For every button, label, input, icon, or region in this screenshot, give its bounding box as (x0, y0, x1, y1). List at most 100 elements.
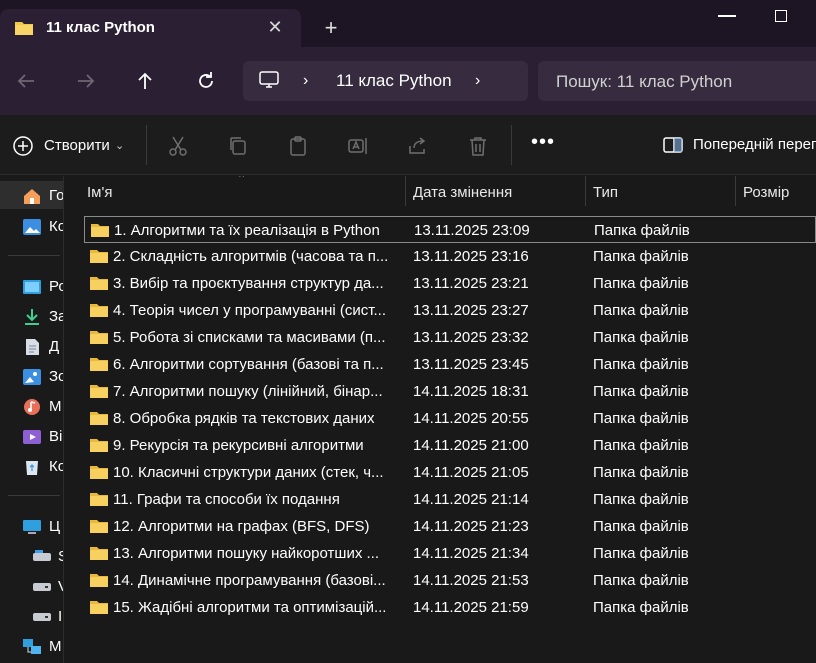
file-name: 5. Робота зі списками та масивами (п... (113, 329, 386, 346)
title-bar: 11 клас Python ✕ + (0, 0, 816, 47)
table-row[interactable]: 13. Алгоритми пошуку найкоротших ... 14.1… (84, 540, 816, 567)
sidebar-item-label: Ві (49, 428, 63, 445)
sidebar-item-label: За (49, 308, 63, 325)
sidebar-item-label: Д (49, 338, 60, 355)
maximize-button[interactable] (775, 10, 787, 22)
file-date-modified: 14.11.2025 21:59 (413, 599, 529, 616)
folder-icon (14, 20, 34, 39)
file-date-modified: 13.11.2025 23:32 (413, 329, 529, 346)
sidebar-item-label: М (49, 398, 62, 415)
sort-ascending-icon: ⌃ (237, 176, 247, 185)
back-button[interactable] (14, 69, 38, 93)
toolbar-divider (511, 125, 512, 165)
sidebar-item-desktop[interactable]: Ро (0, 272, 63, 300)
breadcrumb-separator[interactable]: › (303, 72, 308, 90)
table-row[interactable]: 5. Робота зі списками та масивами (п... 1… (84, 324, 816, 351)
breadcrumb-separator[interactable]: › (475, 72, 480, 90)
file-name: 3. Вибір та проєктування структур да... (113, 275, 384, 292)
refresh-button[interactable] (194, 69, 218, 93)
sidebar-item-home[interactable]: Го (0, 181, 63, 209)
table-row[interactable]: 2. Складність алгоритмів (часова та п...… (84, 243, 816, 270)
file-type: Папка файлів (593, 437, 689, 454)
rename-icon (348, 138, 367, 154)
column-divider[interactable] (585, 176, 586, 206)
up-button[interactable] (133, 69, 157, 93)
sidebar-item-pictures[interactable]: Зо (0, 362, 63, 390)
address-bar[interactable]: › 11 клас Python › (243, 61, 528, 101)
sidebar-item-label: М (49, 638, 62, 655)
column-divider[interactable] (735, 176, 736, 206)
table-row[interactable]: 11. Графи та способи їх подання 14.11.202… (84, 486, 816, 513)
file-type: Папка файлів (594, 222, 690, 239)
sidebar-divider (8, 255, 60, 256)
table-row[interactable]: 10. Класичні структури даних (стек, ч...… (84, 459, 816, 486)
file-type: Папка файлів (593, 491, 689, 508)
breadcrumb-item[interactable]: 11 клас Python (336, 71, 452, 91)
home-icon (24, 189, 40, 204)
sidebar-item-gallery[interactable]: Ко (0, 212, 63, 240)
table-row[interactable]: 7. Алгоритми пошуку (лінійний, бінар... 1… (84, 378, 816, 405)
table-row[interactable]: 14. Динамічне програмування (базові... 14… (84, 567, 816, 594)
copy-button[interactable] (227, 135, 249, 157)
paste-button[interactable] (287, 135, 309, 157)
file-name: 12. Алгоритми на графах (BFS, DFS) (113, 518, 370, 535)
preview-pane-label: Попередній перег (693, 136, 816, 153)
file-date-modified: 14.11.2025 20:55 (413, 410, 529, 427)
rename-button[interactable] (347, 135, 369, 157)
search-input[interactable]: Пошук: 11 клас Python (538, 61, 816, 101)
file-list: ⌃ Ім'я Дата змінення Тип Розмір 1. Алгор… (65, 176, 816, 663)
delete-button[interactable] (467, 135, 489, 157)
create-label: Створити (44, 137, 110, 154)
sidebar-item-recycle-bin[interactable]: Ко (0, 452, 63, 480)
folder-icon (89, 410, 109, 429)
column-divider[interactable] (405, 176, 406, 206)
table-row[interactable]: 12. Алгоритми на графах (BFS, DFS) 14.11.… (84, 513, 816, 540)
share-button[interactable] (407, 135, 429, 157)
arrow-right-icon (78, 74, 95, 88)
sidebar-item-this-pc[interactable]: Ц (0, 512, 63, 540)
cut-button[interactable] (167, 135, 189, 157)
table-row[interactable]: 6. Алгоритми сортування (базові та п... 1… (84, 351, 816, 378)
tab-11-klas-python[interactable]: 11 клас Python ✕ (0, 9, 301, 47)
sidebar-item-downloads[interactable]: За (0, 302, 63, 330)
file-type: Папка файлів (593, 410, 689, 427)
file-date-modified: 13.11.2025 23:16 (413, 248, 529, 265)
file-type: Папка файлів (593, 275, 689, 292)
sidebar-item-label: Ко (49, 218, 63, 235)
table-row[interactable]: 8. Обробка рядків та текстових даних 14.1… (84, 405, 816, 432)
column-header-name[interactable]: Ім'я (87, 184, 112, 201)
sidebar-item-drive-v[interactable]: V (0, 572, 63, 600)
folder-icon (90, 222, 110, 241)
plus-circle-icon (13, 136, 33, 156)
preview-pane-icon (663, 137, 683, 153)
file-type: Папка файлів (593, 248, 689, 265)
minimize-button[interactable] (718, 15, 736, 17)
file-name: 10. Класичні структури даних (стек, ч... (113, 464, 384, 481)
file-date-modified: 14.11.2025 21:53 (413, 572, 529, 589)
file-name: 6. Алгоритми сортування (базові та п... (113, 356, 384, 373)
column-header-type[interactable]: Тип (593, 184, 618, 201)
new-tab-button[interactable]: + (320, 17, 342, 39)
sidebar-item-videos[interactable]: Ві (0, 422, 63, 450)
command-bar: Створити ⌄ ••• Попередній перег (0, 115, 816, 175)
close-tab-button[interactable]: ✕ (265, 17, 285, 37)
table-row[interactable]: 15. Жадібні алгоритми та оптимізацій... 1… (84, 594, 816, 621)
sidebar-item-music[interactable]: М (0, 392, 63, 420)
table-row[interactable]: 9. Рекурсія та рекурсивні алгоритми 14.11… (84, 432, 816, 459)
column-header-date[interactable]: Дата змінення (413, 184, 512, 201)
toolbar-divider (146, 125, 147, 165)
table-row[interactable]: 3. Вибір та проєктування структур да... 1… (84, 270, 816, 297)
sidebar-item-documents[interactable]: Д (0, 332, 63, 360)
table-row[interactable]: 4. Теорія чисел у програмуванні (сист...… (84, 297, 816, 324)
sidebar-item-drive-i[interactable]: I (0, 602, 63, 630)
forward-button[interactable] (74, 69, 98, 93)
column-header-size[interactable]: Розмір (743, 184, 789, 201)
document-icon (26, 339, 39, 355)
more-options-button[interactable]: ••• (531, 132, 555, 157)
file-name: 9. Рекурсія та рекурсивні алгоритми (113, 437, 364, 454)
file-name: 14. Динамічне програмування (базові... (113, 572, 386, 589)
table-row[interactable]: 1. Алгоритми та їх реалізація в Python 13… (84, 216, 816, 243)
sidebar-item-network[interactable]: М (0, 632, 63, 660)
gallery-icon (23, 219, 41, 235)
sidebar-item-drive-s[interactable]: S (0, 542, 63, 570)
